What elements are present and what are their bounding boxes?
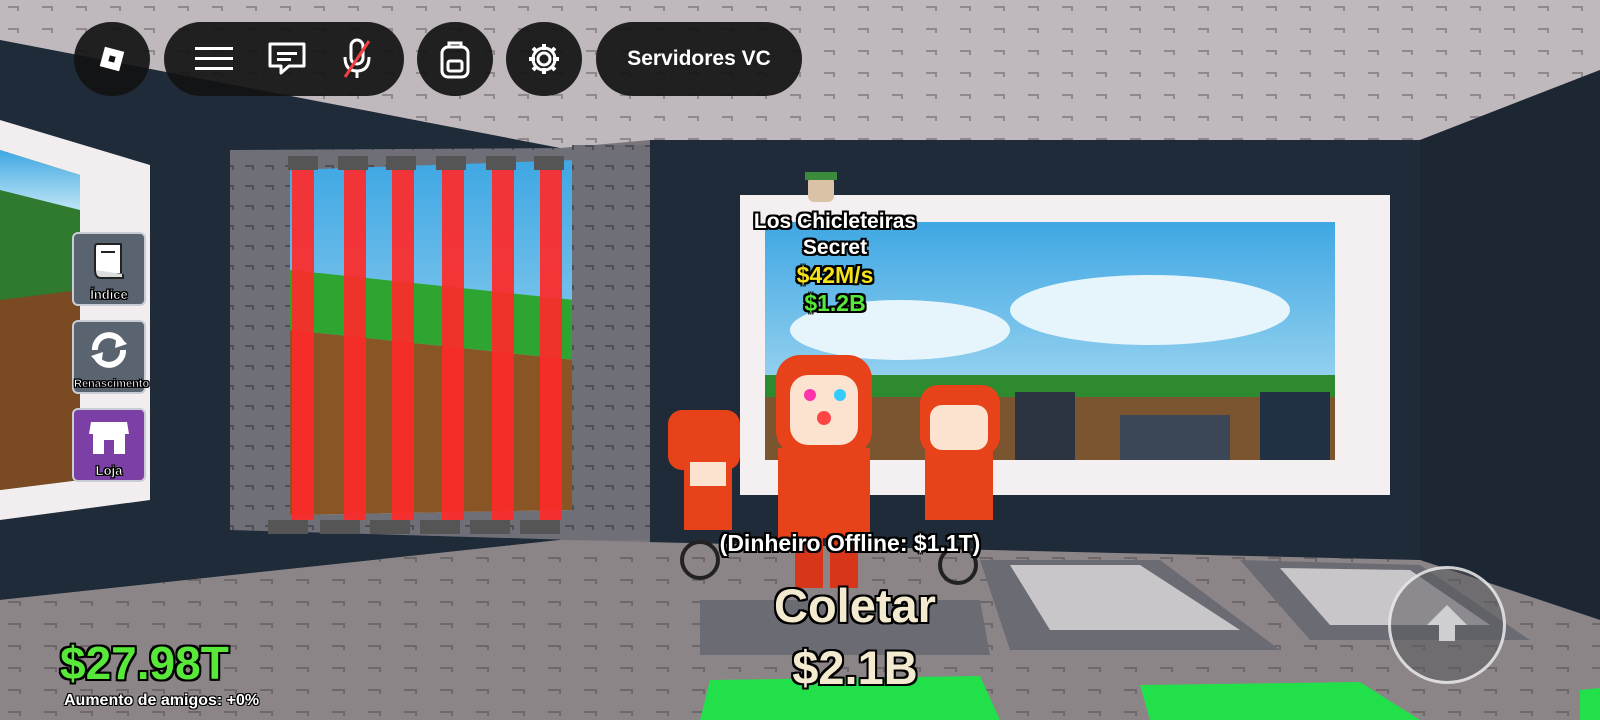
roblox-logo-icon — [97, 44, 127, 74]
brainrot-name: Los Chicleteiras — [753, 210, 917, 233]
book-icon — [89, 240, 129, 287]
brainrot-value: $1.2B — [804, 290, 866, 316]
chat-icon[interactable] — [267, 41, 307, 77]
roblox-menu-button[interactable] — [74, 22, 150, 96]
rebirth-label: Renascimento — [74, 378, 150, 391]
shop-label: Loja — [95, 463, 123, 479]
backpack-button[interactable] — [417, 22, 493, 96]
brainrot-rate: $42M/s — [796, 262, 874, 288]
settings-button[interactable] — [506, 22, 582, 96]
shop-icon — [87, 416, 131, 463]
mic-muted-icon[interactable] — [341, 37, 373, 81]
arrow-up-icon — [1425, 603, 1469, 648]
offline-money-label: (Dinheiro Offline: $1.1T) — [719, 530, 981, 556]
voice-servers-button[interactable]: Servidores VC — [596, 22, 802, 96]
index-button[interactable]: Índice — [72, 232, 146, 306]
backpack-icon — [439, 39, 471, 79]
brainrot-rarity: Secret — [802, 236, 868, 259]
voice-servers-label: Servidores VC — [627, 47, 771, 70]
hamburger-icon[interactable] — [195, 45, 233, 73]
index-label: Índice — [90, 287, 128, 303]
collect-amount: $2.1B — [792, 641, 918, 694]
jump-button[interactable] — [1388, 566, 1506, 684]
friends-boost: Aumento de amigos: +0% — [64, 692, 260, 709]
money-total: $27.98T — [60, 637, 229, 689]
shop-button[interactable]: Loja — [72, 408, 146, 482]
gear-icon — [527, 42, 561, 76]
rebirth-button[interactable]: Renascimento — [72, 320, 150, 394]
main-toolbar — [164, 22, 404, 96]
refresh-icon — [87, 330, 131, 375]
collect-button[interactable]: Coletar — [730, 578, 980, 633]
